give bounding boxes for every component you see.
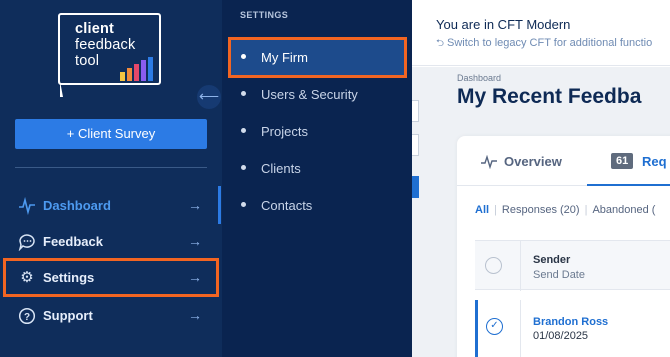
logo-bar (134, 64, 139, 81)
filter-separator: | (494, 204, 497, 216)
arrow-right-icon: → (188, 197, 202, 213)
banner-title: You are in CFT Modern (436, 17, 571, 32)
sidebar-divider (15, 167, 207, 168)
submenu-item-label: Users & Security (261, 87, 358, 102)
arrow-right-icon: → (188, 233, 202, 249)
filter-abandoned[interactable]: Abandoned ( (592, 204, 655, 216)
submenu-item-users-security[interactable]: Users & Security (230, 76, 407, 112)
collapse-sidebar-button[interactable]: ⟵ (197, 85, 221, 109)
logo-bubble-tail (60, 81, 63, 97)
column-divider (520, 300, 521, 357)
requests-count-badge: 61 (611, 153, 634, 169)
active-indicator (218, 186, 221, 224)
logo-bar (127, 68, 132, 81)
table-header: Sender Send Date (475, 240, 670, 291)
mode-banner: You are in CFT Modern ⮌ Switch to legacy … (412, 0, 670, 66)
filter-responses[interactable]: Responses (20) (502, 204, 580, 216)
sidebar-item-dashboard[interactable]: Dashboard → (0, 188, 222, 224)
sidebar-item-label: Support (43, 308, 93, 323)
bullet-icon (241, 202, 246, 207)
switch-legacy-link[interactable]: ⮌ Switch to legacy CFT for additional fun… (436, 36, 652, 53)
pulse-icon (19, 197, 35, 215)
submenu-item-label: Clients (261, 161, 301, 176)
submenu-item-projects[interactable]: Projects (230, 113, 407, 149)
submenu-title: SETTINGS (240, 10, 289, 20)
bullet-icon (241, 128, 246, 133)
submenu-item-contacts[interactable]: Contacts (230, 187, 407, 223)
logo-bar (141, 60, 146, 81)
arrow-left-icon: ⟵ (198, 88, 220, 104)
logo-line: feedback (75, 37, 136, 53)
table-row[interactable]: ✓ Brandon Ross 01/08/2025 (475, 300, 670, 357)
client-feedback-tool-logo[interactable]: client feedback tool (58, 13, 161, 97)
chat-icon (18, 234, 35, 251)
filter-separator: | (584, 204, 588, 216)
pulse-icon (481, 154, 497, 169)
help-icon: ? (18, 307, 36, 325)
tab-overview-label: Overview (504, 154, 562, 169)
sidebar-item-feedback[interactable]: Feedback → (0, 224, 222, 260)
sidebar-item-label: Feedback (43, 234, 103, 249)
tab-requests-label: Req (642, 154, 667, 169)
logo-line: client (75, 21, 115, 37)
switch-legacy-label: Switch to legacy CFT for additional func… (447, 37, 653, 49)
my-firm-highlight-box (228, 37, 407, 78)
tab-requests[interactable]: 61 Req (587, 136, 670, 186)
row-checkbox-checked[interactable]: ✓ (486, 318, 503, 335)
bullet-icon (241, 165, 246, 170)
header-send-date[interactable]: Send Date (533, 269, 585, 281)
client-survey-button[interactable]: + Client Survey (15, 119, 207, 149)
main-content: You are in CFT Modern ⮌ Switch to legacy … (412, 0, 670, 357)
sidebar-item-label: Dashboard (43, 198, 111, 213)
send-date: 01/08/2025 (533, 330, 589, 342)
logo-bar (120, 72, 125, 81)
submenu-item-label: Projects (261, 124, 308, 139)
column-divider (520, 241, 521, 291)
arrow-right-icon: → (188, 307, 202, 323)
breadcrumb[interactable]: Dashboard (457, 73, 501, 83)
filter-bar: All | Responses (20) | Abandoned ( (475, 204, 655, 216)
header-sender[interactable]: Sender (533, 254, 570, 266)
submenu-item-label: Contacts (261, 198, 313, 213)
bullet-icon (241, 91, 246, 96)
submenu-item-clients[interactable]: Clients (230, 150, 407, 186)
logo-bar-graphic (120, 57, 160, 81)
sender-name[interactable]: Brandon Ross (533, 316, 608, 328)
return-arrow-icon: ⮌ (436, 38, 445, 49)
select-all-checkbox[interactable] (485, 257, 502, 274)
sidebar-item-support[interactable]: ? Support → (0, 298, 222, 334)
logo-bar (148, 57, 153, 81)
feedback-card: Overview 61 Req All | Responses (20) | A… (457, 136, 670, 357)
tab-overview[interactable]: Overview (481, 154, 562, 169)
tab-bar: Overview 61 Req (457, 136, 670, 186)
page-title: My Recent Feedba (457, 85, 642, 108)
svg-text:?: ? (24, 312, 30, 323)
filter-all[interactable]: All (475, 204, 489, 216)
sidebar: client feedback tool ⟵ + Client Survey D… (0, 0, 222, 357)
settings-highlight-box (3, 258, 219, 297)
